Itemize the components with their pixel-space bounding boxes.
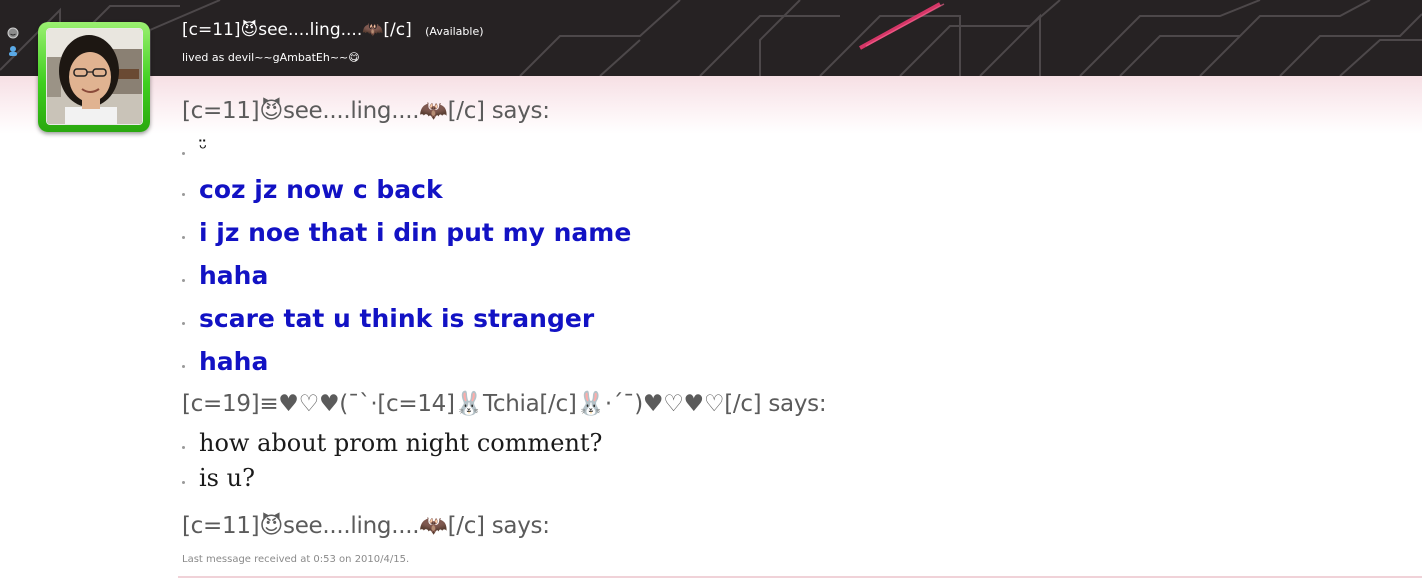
message-line: scare tat u think is stranger (182, 297, 1402, 340)
conversation-history[interactable]: [c=11]😈see....ling....🦇[/c] says: ᵕ̈ coz… (182, 94, 1402, 544)
status-label: (Available) (425, 25, 484, 38)
message-text: how about prom night comment? (199, 428, 603, 457)
message-line: how about prom night comment? (182, 425, 1402, 460)
side-icon-stack (6, 26, 20, 58)
message-text: scare tat u think is stranger (199, 304, 595, 333)
message-line: is u? (182, 460, 1402, 495)
message-line: ᵕ̈ (182, 128, 1402, 168)
message-text: coz jz now c back (199, 175, 443, 204)
contact-display-name: [c=11]😈see....ling....🦇[/c] (182, 20, 412, 40)
bullet-dot (182, 446, 185, 449)
message-text: is u? (199, 463, 255, 492)
message-line: i jz noe that i din put my name (182, 211, 1402, 254)
avatar[interactable] (46, 28, 143, 125)
message-text: haha (199, 261, 269, 290)
sender-header: [c=11]😈see....ling....🦇[/c] says: (182, 513, 550, 539)
sender-header: [c=11]😈see....ling....🦇[/c] says: (182, 98, 550, 124)
smiley-emoticon: ᵕ̈ (199, 136, 208, 160)
bullet-dot (182, 236, 185, 239)
message-text: i jz noe that i din put my name (199, 218, 632, 247)
message-line: haha (182, 340, 1402, 383)
contact-name: [c=11]😈see....ling....🦇[/c] (Available) (182, 20, 484, 40)
bullet-dot (182, 322, 185, 325)
message-line: coz jz now c back (182, 168, 1402, 211)
last-message-status: Last message received at 0:53 on 2010/4/… (182, 554, 410, 565)
message-line: haha (182, 254, 1402, 297)
divider (178, 576, 1422, 578)
bullet-dot (182, 481, 185, 484)
sender-header: [c=19]≡♥♡♥(¯`·[c=14]🐰Tchia[/c]🐰·´¯)♥♡♥♡[… (182, 391, 827, 417)
bullet-dot (182, 193, 185, 196)
bullet-dot (182, 365, 185, 368)
bullet-dot (182, 279, 185, 282)
conversation-header: [c=11]😈see....ling....🦇[/c] (Available) … (0, 0, 1422, 76)
emoticon-icon[interactable] (6, 26, 20, 40)
contact-status-icon[interactable] (6, 44, 20, 58)
contact-avatar-frame[interactable] (38, 22, 150, 132)
bullet-dot (182, 151, 185, 155)
personal-message: lived as devil~~gAmbatEh~~😋 (182, 51, 360, 64)
message-text: haha (199, 347, 269, 376)
